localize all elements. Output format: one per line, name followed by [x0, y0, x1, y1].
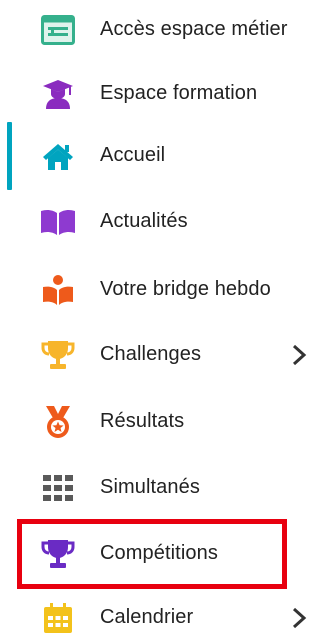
- sidebar-item-label: Espace formation: [100, 82, 258, 105]
- chevron-right-icon[interactable]: [290, 344, 308, 366]
- id-card-icon: [38, 10, 78, 50]
- sidebar-item-label: Calendrier: [100, 606, 194, 629]
- sidebar-item-label: Accès espace métier: [100, 18, 288, 41]
- medal-icon: [38, 402, 78, 442]
- sidebar-item-label: Votre bridge hebdo: [100, 278, 271, 301]
- reader-icon: [38, 270, 78, 310]
- sidebar-item-resultats[interactable]: Résultats: [20, 396, 310, 448]
- sidebar-item-label: Challenges: [100, 343, 202, 366]
- sidebar-item-votre-bridge-hebdo[interactable]: Votre bridge hebdo: [20, 264, 310, 316]
- sidebar-item-label: Résultats: [100, 410, 185, 433]
- highlight-frame: [17, 519, 287, 589]
- sidebar-item-challenges[interactable]: Challenges: [20, 329, 310, 381]
- sidebar-item-accueil[interactable]: Accueil: [20, 130, 310, 182]
- sidebar-item-label: Actualités: [100, 210, 188, 233]
- sidebar-item-calendrier[interactable]: Calendrier: [20, 592, 310, 644]
- sidebar-item-simultanes[interactable]: Simultanés: [20, 462, 310, 514]
- graduate-icon: [38, 74, 78, 114]
- calendar-icon: [38, 598, 78, 638]
- cup-icon: [38, 335, 78, 375]
- open-book-icon: [38, 202, 78, 242]
- sidebar-item-label: Simultanés: [100, 476, 200, 499]
- sidebar-item-label: Accueil: [100, 144, 166, 167]
- chevron-right-icon[interactable]: [290, 607, 308, 629]
- sidebar-item-actualites[interactable]: Actualités: [20, 196, 310, 248]
- grid-icon: [38, 468, 78, 508]
- sidebar-menu: Accès espace métier Espace formation Acc…: [0, 0, 313, 633]
- active-indicator: [7, 122, 12, 190]
- home-icon: [38, 136, 78, 176]
- sidebar-item-espace-formation[interactable]: Espace formation: [20, 68, 310, 120]
- sidebar-item-acces-espace-metier[interactable]: Accès espace métier: [20, 4, 310, 56]
